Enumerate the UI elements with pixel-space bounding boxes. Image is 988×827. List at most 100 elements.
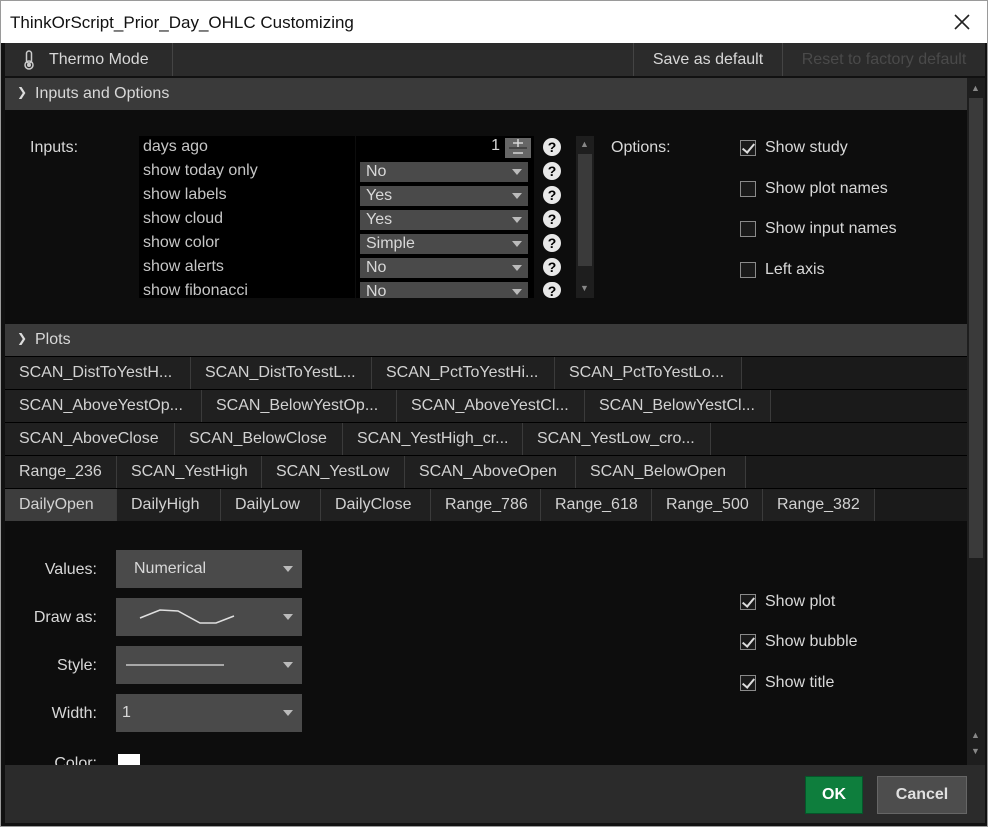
input-name-show-fibonacci: show fibonacci [143, 282, 248, 299]
inputs-scrollbar[interactable]: ▲ ▼ [576, 136, 594, 298]
help-icon[interactable]: ? [543, 162, 561, 180]
content-area: ❯ Inputs and Options Inputs: days ago sh… [5, 78, 967, 765]
scroll-down-icon[interactable]: ▼ [580, 283, 589, 293]
help-icon[interactable]: ? [543, 210, 561, 228]
tab-scan-belowyestop[interactable]: SCAN_BelowYestOp... [202, 390, 397, 422]
line-curve-icon [139, 609, 235, 624]
help-icon[interactable]: ? [543, 258, 561, 276]
input-names-list: days ago show today only show labels sho… [139, 136, 355, 299]
show-fibonacci-value: No [366, 283, 387, 298]
dialog-footer: OK Cancel [5, 765, 985, 823]
help-icon[interactable]: ? [543, 234, 561, 252]
show-title-label: Show title [765, 674, 835, 691]
tab-scan-yesthigh-cr[interactable]: SCAN_YestHigh_cr... [343, 423, 523, 455]
width-select[interactable]: 1 [116, 694, 302, 732]
show-alerts-select[interactable]: No [360, 258, 528, 278]
show-today-only-value: No [366, 163, 387, 180]
save-as-default-button[interactable]: Save as default [633, 43, 783, 76]
show-plot-checkbox[interactable] [740, 594, 756, 610]
reset-to-factory-default-button[interactable]: Reset to factory default [783, 43, 985, 76]
draw-as-select[interactable] [116, 598, 302, 636]
tab-scan-aboveyestop[interactable]: SCAN_AboveYestOp... [5, 390, 202, 422]
cancel-button[interactable]: Cancel [877, 776, 967, 814]
chevron-down-icon [283, 614, 293, 620]
tab-range-618[interactable]: Range_618 [541, 489, 652, 521]
tab-scan-belowopen[interactable]: SCAN_BelowOpen [576, 456, 746, 488]
solid-line-icon [126, 664, 224, 666]
help-icon[interactable]: ? [543, 138, 561, 156]
plots-header[interactable]: ❯ Plots [5, 324, 967, 356]
input-name-show-alerts: show alerts [143, 258, 224, 275]
show-today-only-select[interactable]: No [360, 162, 528, 182]
style-select[interactable] [116, 646, 302, 684]
scroll-up-icon[interactable]: ▲ [971, 83, 980, 93]
show-study-checkbox[interactable] [740, 140, 756, 156]
days-ago-input[interactable]: 1 [360, 137, 500, 157]
close-button[interactable] [947, 7, 977, 37]
inputs-options-header[interactable]: ❯ Inputs and Options [5, 78, 967, 110]
close-icon [954, 14, 970, 30]
values-label: Values: [44, 561, 97, 578]
plot-tab-row: DailyOpen DailyHigh DailyLow DailyClose … [5, 488, 967, 521]
show-input-names-checkbox[interactable] [740, 221, 756, 237]
thermo-mode-button[interactable]: Thermo Mode [5, 43, 173, 76]
input-name-show-labels: show labels [143, 186, 227, 203]
show-input-names-label: Show input names [765, 220, 897, 237]
chevron-down-icon [512, 169, 522, 175]
scroll-up-icon[interactable]: ▲ [971, 730, 980, 740]
tab-range-786[interactable]: Range_786 [431, 489, 541, 521]
window-title: ThinkOrScript_Prior_Day_OHLC Customizing [10, 13, 354, 32]
tab-dailyopen[interactable]: DailyOpen [5, 489, 117, 521]
show-bubble-checkbox[interactable] [740, 634, 756, 650]
plot-tab-row: SCAN_AboveClose SCAN_BelowClose SCAN_Yes… [5, 422, 967, 455]
chevron-down-icon [512, 241, 522, 247]
inputs-label: Inputs: [30, 139, 79, 156]
tab-scan-pcttoyestlo[interactable]: SCAN_PctToYestLo... [555, 357, 742, 389]
main-scroll-thumb[interactable] [969, 98, 983, 558]
tab-scan-yestlow-cro[interactable]: SCAN_YestLow_cro... [523, 423, 711, 455]
tab-scan-aboveclose[interactable]: SCAN_AboveClose [5, 423, 175, 455]
tab-range-236[interactable]: Range_236 [5, 456, 117, 488]
plot-tab-row: SCAN_DistToYestH... SCAN_DistToYestL... … [5, 356, 967, 389]
tab-scan-disttoyesth[interactable]: SCAN_DistToYestH... [5, 357, 191, 389]
show-title-checkbox[interactable] [740, 675, 756, 691]
scroll-down-icon[interactable]: ▼ [971, 746, 980, 756]
tab-range-500[interactable]: Range_500 [652, 489, 763, 521]
help-icon[interactable]: ? [543, 186, 561, 204]
show-labels-select[interactable]: Yes [360, 186, 528, 206]
tab-scan-disttoyestl[interactable]: SCAN_DistToYestL... [191, 357, 372, 389]
style-label: Style: [56, 657, 97, 674]
color-swatch[interactable] [118, 754, 140, 765]
ok-button[interactable]: OK [805, 776, 863, 814]
thermo-mode-label: Thermo Mode [49, 51, 149, 68]
tab-scan-yestlow[interactable]: SCAN_YestLow [262, 456, 405, 488]
tab-scan-yesthigh[interactable]: SCAN_YestHigh [117, 456, 262, 488]
chevron-down-icon [283, 710, 293, 716]
tab-scan-belowclose[interactable]: SCAN_BelowClose [175, 423, 343, 455]
tab-scan-aboveopen[interactable]: SCAN_AboveOpen [405, 456, 576, 488]
values-select-value: Numerical [134, 560, 207, 577]
show-fibonacci-select[interactable]: No [360, 282, 528, 298]
show-color-select[interactable]: Simple [360, 234, 528, 254]
tab-range-382[interactable]: Range_382 [763, 489, 875, 521]
values-select[interactable]: Numerical [116, 550, 302, 588]
tab-dailylow[interactable]: DailyLow [221, 489, 321, 521]
tab-dailyclose[interactable]: DailyClose [321, 489, 431, 521]
tab-scan-pcttoyesthi[interactable]: SCAN_PctToYestHi... [372, 357, 555, 389]
customizing-dialog: ThinkOrScript_Prior_Day_OHLC Customizing… [0, 0, 988, 827]
days-ago-stepper[interactable] [505, 138, 531, 158]
scroll-up-icon[interactable]: ▲ [580, 139, 589, 149]
left-axis-checkbox[interactable] [740, 262, 756, 278]
tab-dailyhigh[interactable]: DailyHigh [117, 489, 221, 521]
inputs-scroll-thumb[interactable] [578, 154, 592, 266]
width-select-value: 1 [122, 704, 131, 721]
help-icon[interactable]: ? [543, 282, 561, 299]
tab-scan-aboveyestcl[interactable]: SCAN_AboveYestCl... [397, 390, 585, 422]
color-label: Color: [54, 755, 97, 765]
main-scrollbar[interactable]: ▲ ▲ ▼ [967, 78, 985, 765]
inputs-options-title: Inputs and Options [35, 85, 170, 102]
show-plot-names-checkbox[interactable] [740, 181, 756, 197]
show-cloud-select[interactable]: Yes [360, 210, 528, 230]
tab-scan-belowyestcl[interactable]: SCAN_BelowYestCl... [585, 390, 771, 422]
left-axis-label: Left axis [765, 261, 825, 278]
